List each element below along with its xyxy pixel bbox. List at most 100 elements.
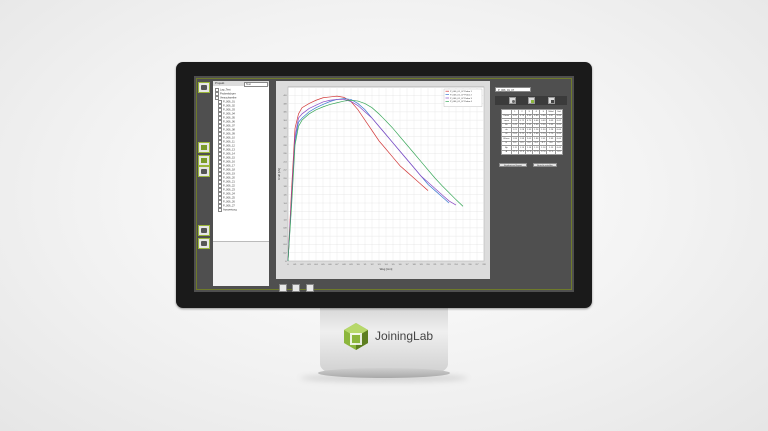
x-tick-label: 2.7 (475, 264, 479, 266)
layer-button[interactable] (198, 142, 210, 153)
x-tick-label: 0.4 (314, 264, 318, 266)
y-axis-label: Kraft [kN] (277, 168, 281, 180)
x-tick-label: 0.1 (293, 264, 297, 266)
y-tick-label: 0.6 (283, 236, 287, 238)
chart-view-tabs (279, 279, 315, 292)
x-tick-label: 2.1 (433, 264, 437, 266)
y-tick-label: 1.4 (283, 203, 287, 205)
y-tick-label: 0.2 (283, 253, 287, 255)
database-icon (201, 85, 207, 90)
project-tree-panel: Projekt Test Lap_Test Probenkörper Versuch… (213, 81, 269, 288)
legend-entry: P_006_01_07 Probe 3 (450, 97, 473, 100)
x-tick-label: 1.9 (419, 264, 423, 266)
y-tick-label: 1.0 (283, 219, 287, 221)
results-toolbar (495, 96, 567, 105)
y-tick-label: 3.0 (283, 137, 287, 139)
table-cell: 17.9 (524, 149, 534, 155)
table-cell: A (501, 149, 512, 155)
x-tick-label: 0.5 (321, 264, 325, 266)
network-icon (201, 228, 207, 233)
x-tick-label: 1.2 (370, 264, 374, 266)
y-tick-label: 3.8 (283, 103, 287, 105)
y-tick-label: 1.6 (283, 195, 287, 197)
table-button[interactable] (528, 97, 535, 104)
x-tick-label: 0.9 (349, 264, 353, 266)
database-button[interactable] (198, 82, 210, 93)
tree-item[interactable]: Auswertung (213, 208, 269, 212)
y-tick-label: 3.6 (283, 112, 287, 114)
y-tick-label: 4.0 (283, 95, 287, 97)
x-tick-label: 2.6 (468, 264, 472, 266)
network-button[interactable] (198, 225, 210, 236)
x-tick-label: 1.6 (398, 264, 402, 266)
x-tick-label: 1.8 (412, 264, 416, 266)
legend-entry: P_006_01_07 Probe 2 (450, 93, 473, 96)
eraser-button[interactable] (198, 238, 210, 249)
x-tick-label: 2.3 (447, 264, 451, 266)
x-tick-label: 2.4 (454, 264, 458, 266)
up-button[interactable] (198, 155, 210, 166)
x-tick-label: 0.2 (300, 264, 304, 266)
legend-entry: P_006_01_07 Probe 4 (450, 100, 473, 103)
x-tick-label: 0.3 (307, 264, 311, 266)
chart-panel: 0 0.1 0.2 0.3 0.4 0.5 0.6 0.7 0.8 0.9 1.0 1.1 1.2 1.3… (276, 81, 490, 279)
monitor-stand-base (318, 368, 450, 378)
export-results-button[interactable]: Ergebnisse Export (499, 163, 527, 167)
joininglab-logo: JoiningLab (341, 321, 434, 353)
y-tick-label: 2.8 (283, 145, 287, 147)
results-panel: P_006_01_07 1 2 3 4 5 Mittel Std Fmax 3.91 3.76 3.… (493, 81, 571, 286)
zoom-icon (550, 99, 554, 103)
y-tick-label: 0 (285, 261, 287, 263)
y-tick-label: 3.2 (283, 128, 287, 130)
x-tick-label: 0.8 (342, 264, 346, 266)
y-tick-label: 0.8 (283, 228, 287, 230)
zoom-button[interactable] (548, 97, 555, 104)
table-icon (530, 99, 534, 103)
create-report-button[interactable]: Bericht erstellen (533, 163, 557, 167)
x-tick-label: 2.0 (426, 264, 430, 266)
table-row: A 17.1 17.5 17.9 17.3 17.6 17.5 0.3 (501, 149, 564, 155)
layers-icon (201, 145, 207, 150)
x-axis-label: Weg [mm] (380, 267, 393, 271)
arrow-up-icon (201, 158, 207, 163)
y-tick-label: 1.2 (283, 211, 287, 213)
tree-details-panel (213, 241, 269, 286)
refresh-button[interactable] (509, 97, 516, 104)
table-cell: 17.1 (510, 149, 519, 155)
eraser-icon (201, 241, 207, 246)
specimen-select[interactable]: P_006_01_07 (495, 87, 531, 92)
down-button[interactable] (198, 166, 210, 177)
x-tick-label: 1.3 (377, 264, 381, 266)
table-cell: 17.3 (532, 149, 541, 155)
tab-report-view[interactable] (305, 284, 314, 292)
tree-header: Projekt Test (213, 81, 269, 87)
x-tick-label: 1.0 (356, 264, 360, 266)
monitor: Projekt Test Lap_Test Probenkörper Versuch… (176, 62, 592, 308)
logo-wordmark: JoiningLab (375, 329, 434, 343)
x-tick-label: 1.7 (405, 264, 409, 266)
tree-header-label: Projekt (215, 81, 225, 85)
app-window: Projekt Test Lap_Test Probenkörper Versuch… (194, 76, 574, 292)
x-tick-label: 1.1 (363, 264, 367, 266)
arrow-down-icon (201, 169, 207, 174)
y-tick-label: 2.2 (283, 170, 287, 172)
x-tick-label: 1.4 (384, 264, 388, 266)
tree-filter-dropdown[interactable]: Test (244, 82, 268, 87)
tab-table-view[interactable] (292, 284, 301, 292)
legend-entry: P_006_01_07 Probe 1 (450, 90, 473, 93)
force-displacement-chart[interactable]: 0 0.1 0.2 0.3 0.4 0.5 0.6 0.7 0.8 0.9 1.0 1.1 1.2 1.3… (276, 81, 490, 279)
table-cell: 0.3 (554, 149, 564, 155)
y-tick-label: 2.6 (283, 153, 287, 155)
tab-chart-view[interactable] (279, 284, 287, 292)
x-tick-label: 2.8 (482, 264, 486, 266)
table-cell: 17.6 (539, 149, 548, 155)
x-tick-label: 1.5 (391, 264, 395, 266)
x-tick-label: 0 (287, 264, 289, 266)
table-cell: 17.5 (517, 149, 527, 155)
project-tree[interactable]: Lap_Test Probenkörper Versuchsreihe P_006_0… (213, 86, 269, 241)
refresh-icon (511, 99, 515, 103)
left-toolbar (197, 79, 211, 285)
joininglab-logo-icon (344, 323, 368, 350)
table-cell: 17.5 (546, 149, 556, 155)
y-tick-label: 2.4 (283, 161, 287, 163)
